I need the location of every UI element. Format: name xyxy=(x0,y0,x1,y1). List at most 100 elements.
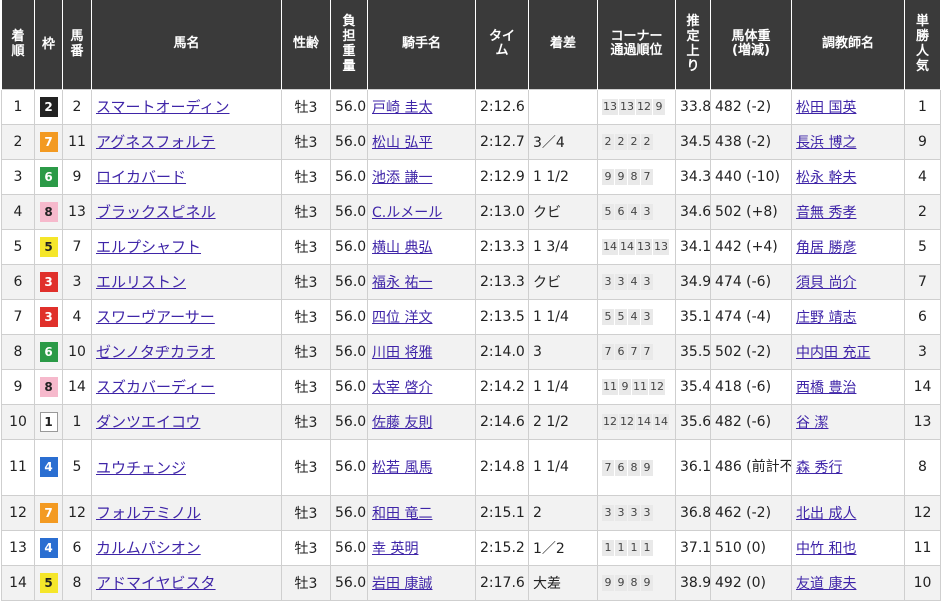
header-weight-line: 量 xyxy=(342,59,356,75)
jockey-link[interactable]: 松山 弘平 xyxy=(372,135,432,151)
trainer-cell: 松永 幹夫 xyxy=(791,158,905,195)
horse-name-link[interactable]: スマートオーディン xyxy=(96,98,230,116)
horse-name-link[interactable]: カルムパシオン xyxy=(96,539,201,557)
trainer-link[interactable]: 森 秀行 xyxy=(796,460,842,476)
trainer-link[interactable]: 西橋 豊治 xyxy=(796,380,856,396)
header-time[interactable]: タイム xyxy=(475,0,529,89)
jockey-link[interactable]: C.ルメール xyxy=(372,205,442,221)
horse-name-link[interactable]: ブラックスピネル xyxy=(96,203,216,221)
rank-cell: 14 xyxy=(1,564,35,601)
horse-name-link[interactable]: スワーヴアーサー xyxy=(96,308,215,326)
table-header-row: 着順 枠 馬番 馬名 性齢 負担重量 騎手名 タイム 着差 コーナー 通過順位 推… xyxy=(1,0,941,89)
jockey-link[interactable]: 松若 風馬 xyxy=(372,460,432,476)
jockey-link[interactable]: 横山 典弘 xyxy=(372,240,432,256)
rank-cell: 13 xyxy=(1,529,35,566)
header-trainer[interactable]: 調教師名 xyxy=(791,0,905,89)
corner-position: 11 xyxy=(632,379,648,395)
corner-cell: 5543 xyxy=(597,298,676,335)
time-cell: 2:13.0 xyxy=(475,193,529,230)
horse-name-link[interactable]: ロイカバード xyxy=(96,168,186,186)
jockey-link[interactable]: 四位 洋文 xyxy=(372,310,432,326)
corner-position: 4 xyxy=(628,309,640,325)
table-row: 6 3 3 エルリストン 牡3 56.0 福永 祐一 2:13.3 クビ 3 3 4 3 34.9 474 … xyxy=(1,263,941,300)
trainer-link[interactable]: 角居 勝彦 xyxy=(796,240,856,256)
jockey-link[interactable]: 岩田 康誠 xyxy=(372,576,432,592)
rank-cell: 3 xyxy=(1,158,35,195)
horse-name-cell: ユウチェンジ xyxy=(91,438,282,496)
corner-position: 14 xyxy=(653,414,669,430)
header-jockey[interactable]: 騎手名 xyxy=(367,0,476,89)
margin-cell: 大差 xyxy=(528,564,598,601)
jockey-link[interactable]: 幸 英明 xyxy=(372,541,418,557)
margin-cell: 1 1/4 xyxy=(528,438,598,496)
trainer-link[interactable]: 松永 幹夫 xyxy=(796,170,856,186)
horse-name-link[interactable]: ユウチェンジ xyxy=(96,459,186,477)
corner-position: 5 xyxy=(615,309,627,325)
horse-name-link[interactable]: フォルテミノル xyxy=(96,504,201,522)
horse-name-link[interactable]: エルリストン xyxy=(96,273,186,291)
jockey-link[interactable]: 池添 謙一 xyxy=(372,170,432,186)
header-rank[interactable]: 着順 xyxy=(1,0,35,89)
header-weight-line: 重 xyxy=(342,44,356,60)
popularity-cell: 7 xyxy=(904,263,941,300)
header-popularity[interactable]: 単勝人気 xyxy=(904,0,941,89)
corner-position: 7 xyxy=(641,169,653,185)
margin-cell xyxy=(528,88,598,125)
body-weight-cell: 482 (-2) xyxy=(710,88,792,125)
trainer-link[interactable]: 谷 潔 xyxy=(796,415,828,431)
horse-name-cell: スズカバーディー xyxy=(91,368,282,405)
rank-cell: 10 xyxy=(1,403,35,440)
trainer-cell: 中竹 和也 xyxy=(791,529,905,566)
horse-name-link[interactable]: エルプシャフト xyxy=(96,238,201,256)
header-last3f[interactable]: 推定上り xyxy=(675,0,711,89)
corner-position: 8 xyxy=(628,459,640,476)
weight-cell: 56.0 xyxy=(330,158,368,195)
corner-cell: 7689 xyxy=(597,438,676,496)
jockey-link[interactable]: 川田 将雅 xyxy=(372,345,432,361)
table-row: 4 8 13 ブラックスピネル 牡3 56.0 C.ルメール 2:13.0 クビ 5 6 4 3 34.6… xyxy=(1,193,941,230)
horse-name-link[interactable]: ダンツエイコウ xyxy=(96,413,200,431)
frame-cell: 3 xyxy=(34,298,63,335)
margin-cell: クビ xyxy=(528,193,598,230)
jockey-link[interactable]: 福永 祐一 xyxy=(372,275,432,291)
last3f-cell: 37.1 xyxy=(675,529,711,566)
jockey-link[interactable]: 佐藤 友則 xyxy=(372,415,432,431)
trainer-link[interactable]: 庄野 靖志 xyxy=(796,310,856,326)
header-sex-age[interactable]: 性齢 xyxy=(281,0,331,89)
horse-name-cell: ロイカバード xyxy=(91,158,282,195)
weight-cell: 56.0 xyxy=(330,529,368,566)
table-row: 3 6 9 ロイカバード 牡3 56.0 池添 謙一 2:12.9 1 1/2 9 9 8 7 34.3 4… xyxy=(1,158,941,195)
corner-position: 2 xyxy=(615,134,627,150)
trainer-link[interactable]: 北出 成人 xyxy=(796,506,856,522)
header-weight[interactable]: 負担重量 xyxy=(330,0,368,89)
jockey-link[interactable]: 太宰 啓介 xyxy=(372,380,432,396)
header-horse-name[interactable]: 馬名 xyxy=(91,0,282,89)
trainer-link[interactable]: 中内田 充正 xyxy=(796,345,870,361)
jockey-link[interactable]: 戸崎 圭太 xyxy=(372,100,432,116)
corner-position: 8 xyxy=(628,169,640,185)
trainer-link[interactable]: 松田 国英 xyxy=(796,100,856,116)
sex-age-cell: 牡3 xyxy=(281,123,331,160)
header-body-weight[interactable]: 馬体重 (増減) xyxy=(710,0,792,89)
sex-age-cell: 牡3 xyxy=(281,403,331,440)
trainer-link[interactable]: 中竹 和也 xyxy=(796,541,856,557)
header-horse-number[interactable]: 馬番 xyxy=(62,0,92,89)
corner-position: 3 xyxy=(641,505,653,521)
horse-name-link[interactable]: アグネスフォルテ xyxy=(96,133,215,151)
last3f-cell: 34.3 xyxy=(675,158,711,195)
horse-name-link[interactable]: アドマイヤビスタ xyxy=(96,574,216,592)
margin-cell: 2 1/2 xyxy=(528,403,598,440)
trainer-link[interactable]: 長浜 博之 xyxy=(796,135,856,151)
trainer-link[interactable]: 音無 秀孝 xyxy=(796,205,856,221)
header-frame[interactable]: 枠 xyxy=(34,0,63,89)
header-margin[interactable]: 着差 xyxy=(528,0,598,89)
frame-cell: 1 xyxy=(34,403,63,440)
horse-name-link[interactable]: ゼンノタヂカラオ xyxy=(96,343,215,361)
horse-name-link[interactable]: スズカバーディー xyxy=(96,378,215,396)
jockey-link[interactable]: 和田 竜二 xyxy=(372,506,432,522)
trainer-link[interactable]: 友道 康夫 xyxy=(796,576,856,592)
trainer-link[interactable]: 須貝 尚介 xyxy=(796,275,856,291)
table-row: 5 5 7 エルプシャフト 牡3 56.0 横山 典弘 2:13.3 1 3/4 14 14 13 13… xyxy=(1,228,941,265)
table-row: 1 2 2 スマートオーディン 牡3 56.0 戸崎 圭太 2:12.6 13 13 12 9 33.8… xyxy=(1,88,941,125)
header-corner[interactable]: コーナー 通過順位 xyxy=(597,0,676,89)
